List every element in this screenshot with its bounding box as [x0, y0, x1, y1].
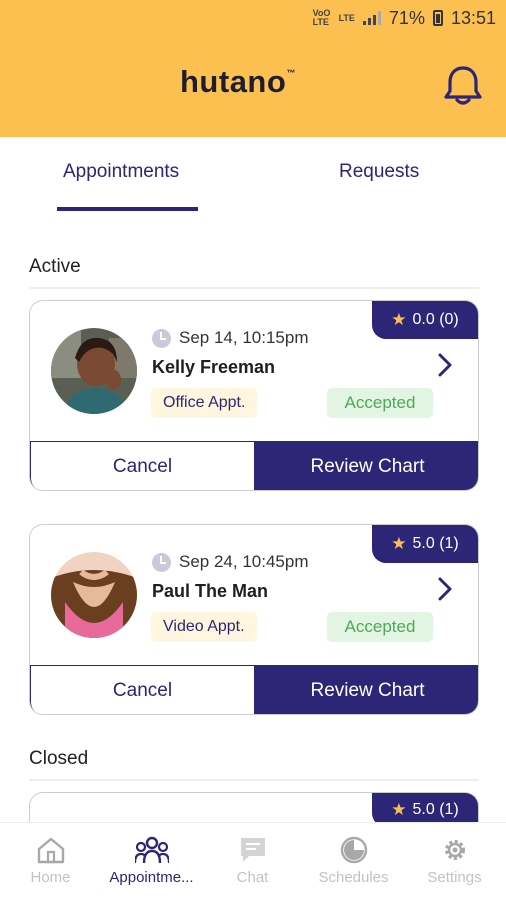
- star-icon: ★: [391, 534, 407, 553]
- cancel-button[interactable]: Cancel: [30, 665, 255, 714]
- gear-icon: [444, 840, 465, 860]
- status-badge: Accepted: [327, 388, 433, 418]
- appointment-card[interactable]: ★ 5.0 (1) Sep 24, 10:45pm Paul The Man V…: [29, 524, 479, 715]
- nav-appointments[interactable]: Appointme...: [101, 835, 202, 886]
- star-icon: ★: [391, 800, 407, 819]
- active-tab-indicator: [57, 207, 198, 211]
- nav-chat-label: Chat: [236, 869, 269, 886]
- tab-appointments[interactable]: Appointments: [63, 161, 179, 183]
- cancel-button[interactable]: Cancel: [30, 441, 255, 490]
- star-icon: ★: [391, 310, 407, 329]
- status-badge: Accepted: [327, 612, 433, 642]
- home-icon: [37, 837, 64, 864]
- logo-trademark: ™: [286, 68, 296, 78]
- lte-indicator: LTE: [338, 12, 355, 23]
- nav-settings[interactable]: Settings: [404, 835, 505, 886]
- nav-chat[interactable]: Chat: [202, 835, 303, 886]
- clock-time: 13:51: [450, 7, 496, 28]
- hutano-logo: hutano™: [180, 64, 296, 100]
- appointment-card[interactable]: ★ 0.0 (0) Sep 14, 10:15pm Kelly Freeman …: [29, 300, 479, 491]
- chevron-right-icon[interactable]: [436, 352, 454, 378]
- avatar: [51, 328, 137, 414]
- section-divider: [29, 779, 479, 781]
- appointment-datetime: Sep 14, 10:15pm: [152, 328, 308, 348]
- avatar-image: [51, 552, 137, 638]
- review-chart-button[interactable]: Review Chart: [255, 665, 478, 714]
- tab-bar: Appointments Requests: [0, 137, 506, 215]
- avatar-image: [51, 328, 137, 414]
- schedule-icon: [340, 836, 367, 864]
- clock-icon: [152, 328, 171, 348]
- people-icon: [134, 836, 169, 864]
- rating-value: 0.0 (0): [412, 311, 459, 328]
- rating-badge: ★ 5.0 (1): [372, 525, 478, 563]
- tab-requests[interactable]: Requests: [339, 161, 419, 183]
- rating-badge: ★ 0.0 (0): [372, 301, 478, 339]
- avatar: [51, 552, 137, 638]
- nav-home-label: Home: [30, 869, 71, 886]
- review-chart-button[interactable]: Review Chart: [255, 441, 478, 490]
- bottom-navigation: Home Appointme... Chat Schedules Setting…: [0, 822, 506, 900]
- section-active-label: Active: [29, 256, 81, 277]
- chevron-right-icon[interactable]: [436, 576, 454, 602]
- nav-settings-label: Settings: [427, 869, 482, 886]
- datetime-text: Sep 24, 10:45pm: [179, 552, 309, 571]
- rating-value: 5.0 (1): [412, 535, 459, 552]
- nav-home[interactable]: Home: [0, 835, 101, 886]
- appointment-datetime: Sep 24, 10:45pm: [152, 552, 308, 572]
- app-header: VoO LTE LTE 71% 13:51 hutano™: [0, 0, 506, 137]
- section-divider: [29, 287, 479, 289]
- datetime-text: Sep 14, 10:15pm: [179, 328, 309, 347]
- section-closed-label: Closed: [29, 748, 89, 769]
- volte-indicator: VoO LTE: [312, 8, 331, 27]
- nav-schedules-label: Schedules: [318, 869, 389, 886]
- patient-name: Kelly Freeman: [152, 357, 276, 377]
- status-bar: VoO LTE LTE 71% 13:51: [313, 6, 496, 30]
- rating-value: 5.0 (1): [412, 801, 459, 818]
- appointment-type-badge: Office Appt.: [151, 388, 258, 418]
- battery-percent: 71%: [388, 7, 425, 28]
- bell-icon[interactable]: [441, 64, 485, 106]
- nav-appointments-label: Appointme...: [109, 869, 194, 886]
- logo-text: hutano: [180, 64, 287, 99]
- chat-icon: [240, 838, 265, 862]
- patient-name: Paul The Man: [152, 581, 269, 601]
- signal-icon: [362, 11, 381, 25]
- nav-schedules[interactable]: Schedules: [303, 835, 404, 886]
- battery-icon: [432, 10, 443, 26]
- clock-icon: [152, 552, 171, 572]
- appointment-type-badge: Video Appt.: [151, 612, 257, 642]
